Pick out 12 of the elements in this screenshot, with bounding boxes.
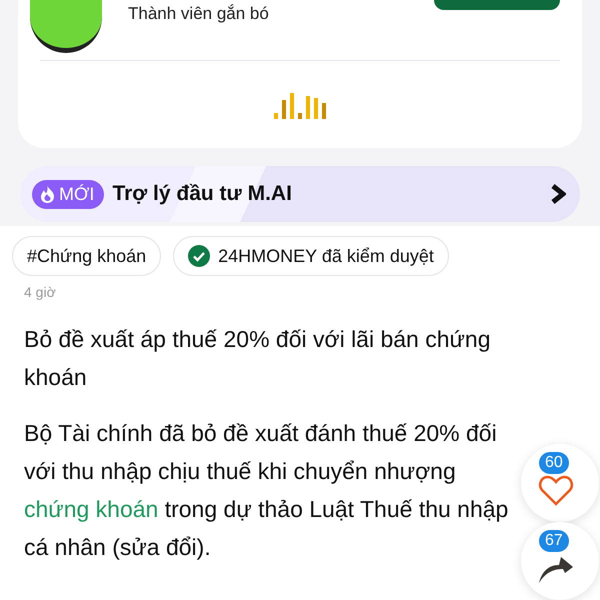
verified-tag[interactable]: 24HMONEY đã kiểm duyệt xyxy=(173,236,449,276)
banner-title: Trợ lý đầu tư M.AI xyxy=(112,182,293,206)
article-body: Bộ Tài chính đã bỏ đề xuất đánh thuế 20% đối với thu nhập chịu thuế khi chuyển nhượng chứng khoán trong dự thảo Luật Thuế thu nhập cá nhân (sửa đổi). xyxy=(24,419,510,562)
member-status: Thành viên gắn bó xyxy=(128,4,269,24)
count-badge: 60 xyxy=(539,452,569,474)
ai-assistant-banner[interactable]: MỚI Trợ lý đầu tư M.AI xyxy=(20,166,580,222)
count-badge: 67 xyxy=(539,530,569,552)
hashtag-tag[interactable]: #Chứng khoán xyxy=(12,236,162,276)
stock-link[interactable]: chứng khoán xyxy=(24,496,158,522)
article-title: Bỏ đề xuất áp thuế 20% đối với lãi bán chứng khoán xyxy=(24,325,492,392)
post-time: 4 giờ xyxy=(24,284,57,300)
new-badge: MỚI xyxy=(32,180,104,208)
